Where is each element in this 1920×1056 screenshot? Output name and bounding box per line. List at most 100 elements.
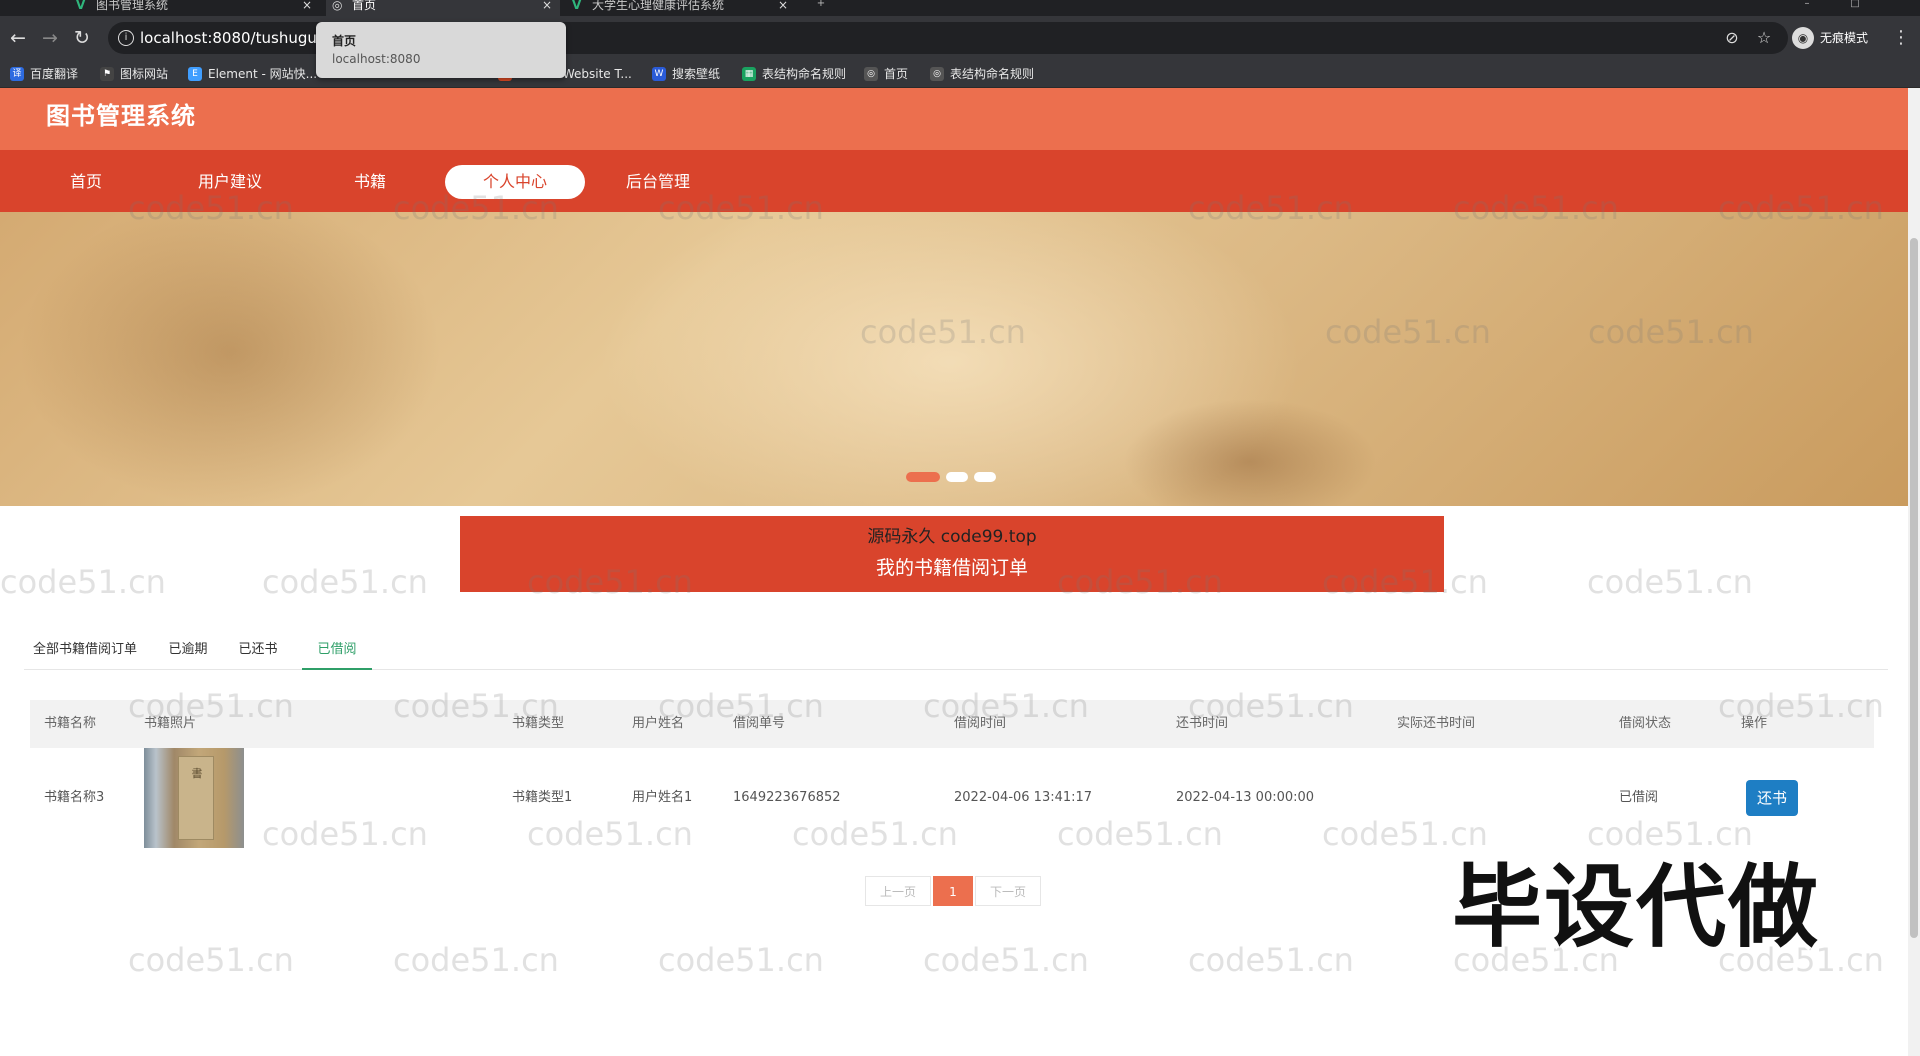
table-header: 书籍名称 书籍照片 书籍类型 用户姓名 借阅单号 借阅时间 还书时间 实际还书时…: [30, 700, 1874, 748]
borrow-time-cell: 2022-04-06 13:41:17: [954, 790, 1093, 805]
bookmark-label: 表结构命名规则: [762, 67, 847, 81]
status-cell: 已借阅: [1619, 790, 1659, 805]
bookmark-item[interactable]: ◎ 首页: [864, 60, 908, 88]
star-icon[interactable]: ☆: [1752, 26, 1776, 50]
column-header: 还书时间: [1176, 716, 1229, 731]
return-book-button[interactable]: 还书: [1746, 780, 1798, 816]
column-header: 用户姓名: [632, 716, 685, 731]
column-header: 书籍类型: [512, 716, 565, 731]
nav-personal-center[interactable]: 个人中心: [445, 165, 585, 199]
bookmark-label: 表结构命名规则: [950, 67, 1035, 81]
vue-favicon-icon: V: [572, 0, 582, 12]
table-row: 书籍名称3 書 书籍类型1 用户姓名1 1649223676852 2022-0…: [30, 748, 1874, 848]
incognito-indicator[interactable]: ◉ 无痕模式: [1792, 26, 1868, 50]
tab-borrowed[interactable]: 已借阅: [302, 630, 372, 670]
browser-tab[interactable]: V 大学生心理健康评估系统 ×: [566, 0, 796, 16]
browser-tab[interactable]: V 图书管理系统 ×: [70, 0, 320, 16]
element-icon: E: [188, 67, 202, 81]
browser-menu-icon[interactable]: ⋮: [1892, 26, 1910, 50]
bookmark-item[interactable]: ▦ 表结构命名规则: [742, 60, 846, 88]
next-page-button[interactable]: 下一页: [975, 876, 1041, 906]
browser-tab-label: 大学生心理健康评估系统: [592, 0, 725, 12]
browser-tab-label: 首页: [352, 0, 377, 12]
globe-favicon-icon: ◎: [332, 0, 343, 12]
column-header: 实际还书时间: [1397, 716, 1476, 731]
user-name-cell: 用户姓名1: [632, 790, 693, 805]
banner-carousel[interactable]: [0, 212, 1908, 506]
carousel-dot[interactable]: [906, 472, 940, 482]
column-header: 借阅时间: [954, 716, 1007, 731]
browser-tab-label: 图书管理系统: [96, 0, 169, 12]
watermark-text: code51.cn: [128, 941, 294, 979]
watermark-text: code51.cn: [0, 563, 166, 601]
column-header: 书籍照片: [144, 716, 197, 731]
bookmark-item[interactable]: ⚑ 图标网站: [100, 60, 168, 88]
address-bar: ← → ↻ i localhost:8080/tushuguan ⊘ ☆ ◉ 无…: [0, 16, 1920, 60]
wallpaper-icon: W: [652, 67, 666, 81]
bookmarks-bar: 译百度翻译 ⚑图标网站 EElement - 网站快... 5HTML5 Web…: [0, 60, 1920, 88]
nav-home[interactable]: 首页: [16, 165, 156, 199]
globe-icon: ◎: [864, 67, 878, 81]
bookmark-item[interactable]: ◎ 表结构命名规则: [930, 60, 1034, 88]
browser-tab-active[interactable]: ◎ 首页 ×: [326, 0, 560, 16]
book-spine: 書: [178, 756, 214, 840]
page-scrollbar[interactable]: [1908, 88, 1920, 1056]
carousel-dot[interactable]: [974, 472, 996, 482]
nav-books[interactable]: 书籍: [300, 165, 440, 199]
tab-returned[interactable]: 已还书: [232, 630, 284, 670]
column-header: 借阅单号: [733, 716, 786, 731]
minimize-icon[interactable]: –: [1800, 0, 1814, 10]
prev-page-button[interactable]: 上一页: [865, 876, 931, 906]
book-name-cell: 书籍名称3: [44, 790, 105, 805]
section-heading: 我的书籍借阅订单: [875, 557, 1028, 579]
column-header: 操作: [1741, 716, 1768, 731]
bookmark-label: 首页: [884, 67, 909, 81]
bookmark-label: 图标网站: [120, 67, 169, 81]
order-section-title: 源码永久 code99.top 我的书籍借阅订单: [460, 516, 1444, 592]
close-tab-icon[interactable]: ×: [302, 0, 312, 11]
maximize-icon[interactable]: □: [1848, 0, 1862, 10]
browser-tab-strip: V 图书管理系统 × ◎ 首页 × V 大学生心理健康评估系统 × + – □: [0, 0, 1920, 16]
vue-favicon-icon: V: [76, 0, 86, 12]
bookmark-item[interactable]: 译百度翻译: [10, 60, 78, 88]
close-tab-icon[interactable]: ×: [542, 0, 552, 11]
watermark-text: code51.cn: [1188, 941, 1354, 979]
incognito-icon: ◉: [1792, 27, 1814, 49]
translate-icon: 译: [10, 67, 24, 81]
close-tab-icon[interactable]: ×: [778, 0, 788, 11]
watermark-text: code51.cn: [923, 941, 1089, 979]
back-icon[interactable]: ←: [6, 26, 30, 50]
carousel-dot[interactable]: [946, 472, 968, 482]
bookmark-item[interactable]: E Element - 网站快...: [188, 60, 317, 88]
bookmark-label: Element - 网站快...: [208, 67, 318, 81]
tooltip-title: 首页: [332, 34, 357, 48]
order-filter-tabs: 全部书籍借阅订单 已逾期 已还书 已借阅: [24, 630, 1888, 670]
order-number-cell: 1649223676852: [733, 790, 841, 805]
column-header: 借阅状态: [1619, 716, 1672, 731]
site-info-icon[interactable]: i: [118, 30, 134, 46]
site-title: 图书管理系统: [46, 102, 196, 130]
sheet-icon: ▦: [742, 67, 756, 81]
watermark-text: code51.cn: [262, 563, 428, 601]
url-text[interactable]: localhost:8080/tushuguan: [140, 22, 336, 54]
page-number-button[interactable]: 1: [933, 876, 973, 906]
tab-overdue[interactable]: 已逾期: [162, 630, 214, 670]
eye-off-icon[interactable]: ⊘: [1720, 26, 1744, 50]
bookmark-label: 百度翻译: [30, 67, 79, 81]
bookmark-item[interactable]: W 搜索壁纸: [652, 60, 720, 88]
incognito-label: 无痕模式: [1820, 31, 1869, 45]
nav-admin[interactable]: 后台管理: [588, 165, 728, 199]
forward-icon[interactable]: →: [38, 26, 62, 50]
book-cover-image: 書: [144, 748, 244, 848]
scrollbar-thumb[interactable]: [1910, 238, 1918, 938]
tab-all-orders[interactable]: 全部书籍借阅订单: [24, 630, 146, 670]
source-watermark-text: 源码永久 code99.top: [867, 527, 1037, 547]
nav-suggestions[interactable]: 用户建议: [160, 165, 300, 199]
new-tab-icon[interactable]: +: [814, 0, 828, 10]
book-type-cell: 书籍类型1: [512, 790, 573, 805]
reload-icon[interactable]: ↻: [70, 26, 94, 50]
bookmark-label: 搜索壁纸: [672, 67, 721, 81]
promo-overlay-text: 毕设代做: [1452, 855, 1820, 960]
return-time-cell: 2022-04-13 00:00:00: [1176, 790, 1315, 805]
column-header: 书籍名称: [44, 716, 97, 731]
